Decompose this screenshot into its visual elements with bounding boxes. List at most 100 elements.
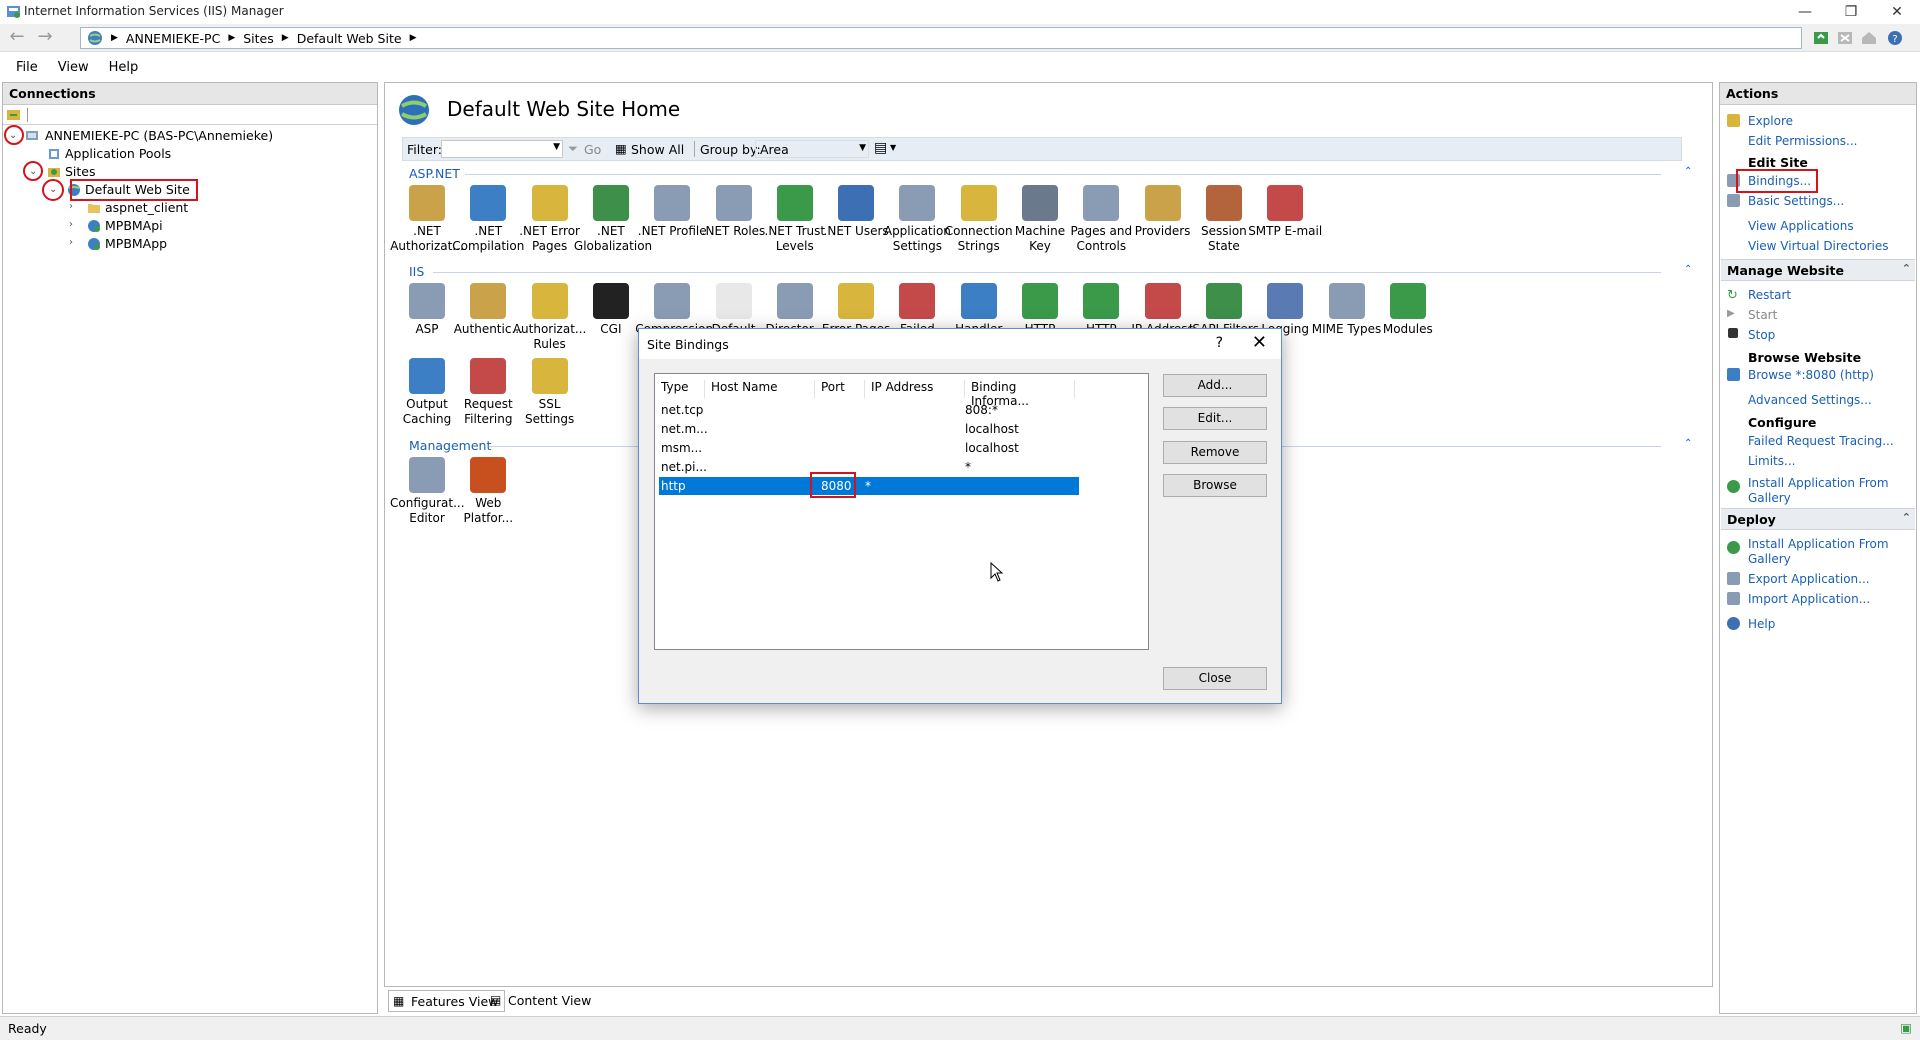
table-row[interactable]: http 8080 *	[659, 477, 1079, 495]
install-gallery-link[interactable]: Install Application From Gallery	[1748, 476, 1908, 506]
help-link[interactable]: Help	[1748, 617, 1775, 632]
table-row[interactable]: net.m... localhost	[659, 420, 1079, 438]
configure-heading: Configure	[1748, 415, 1817, 430]
actions-title: Actions	[1720, 83, 1916, 105]
feature-icon	[470, 283, 507, 319]
restart-link[interactable]: Restart	[1748, 288, 1791, 303]
tab-content-view[interactable]: ▤ Content View	[486, 990, 597, 1012]
collapse-up-icon[interactable]: ⌃	[1684, 166, 1692, 177]
group-header-management[interactable]: Management	[409, 438, 491, 453]
back-button[interactable]: ←	[6, 28, 28, 48]
forward-button[interactable]: →	[34, 28, 56, 48]
feature-label: Web	[475, 496, 502, 510]
view-mode-icon[interactable]: ▤	[874, 140, 887, 156]
minimize-button[interactable]: —	[1782, 0, 1828, 24]
column-header-type[interactable]: Type	[655, 380, 705, 398]
group-header-iis[interactable]: IIS	[409, 264, 424, 279]
table-row[interactable]: net.tcp 808:*	[659, 401, 1079, 419]
collapse-up-icon[interactable]: ⌃	[1684, 438, 1692, 449]
stop-icon	[1728, 328, 1738, 338]
menu-help[interactable]: Help	[101, 58, 147, 77]
feature-icon	[409, 457, 445, 493]
stop-link[interactable]: Stop	[1748, 328, 1775, 343]
annotation-box	[810, 472, 856, 498]
table-row[interactable]: msm... localhost	[659, 439, 1079, 457]
website-globe-icon	[399, 95, 429, 125]
show-all-button[interactable]: Show All	[631, 142, 684, 157]
table-row[interactable]: net.pi... *	[659, 458, 1079, 476]
export-app-link[interactable]: Export Application...	[1748, 572, 1870, 587]
folder-icon	[88, 204, 100, 213]
feature-item[interactable]: SMTP E-mail	[1248, 185, 1322, 239]
refresh-icon[interactable]	[1812, 29, 1830, 47]
section-title: Manage Website	[1727, 263, 1844, 278]
chevron-right-icon[interactable]: ›	[69, 237, 73, 248]
collapse-up-icon[interactable]: ⌃	[1902, 511, 1911, 524]
gallery-icon	[1727, 480, 1740, 493]
failed-tracing-link[interactable]: Failed Request Tracing...	[1748, 434, 1894, 449]
view-vdirs-link[interactable]: View Virtual Directories	[1748, 239, 1889, 254]
deploy-header[interactable]: Deploy ⌃	[1721, 508, 1915, 530]
breadcrumb[interactable]: ▶ ANNEMIEKE-PC ▶ Sites ▶ Default Web Sit…	[80, 27, 1802, 49]
toolbar-divider	[694, 141, 695, 157]
chevron-right-icon: ▶	[228, 33, 236, 43]
chevron-right-icon[interactable]: ›	[69, 201, 73, 212]
stop-icon[interactable]	[1836, 29, 1854, 47]
collapse-up-icon[interactable]: ⌃	[1684, 264, 1692, 275]
dialog-close-button[interactable]: ✕	[1252, 332, 1267, 353]
breadcrumb-item[interactable]: Sites	[243, 31, 274, 46]
feature-icon	[470, 358, 507, 394]
manage-website-header[interactable]: Manage Website ⌃	[1721, 259, 1915, 281]
close-dialog-button[interactable]: Close	[1163, 667, 1267, 690]
help-icon	[1727, 617, 1740, 630]
go-button[interactable]: Go	[584, 142, 601, 157]
feature-item[interactable]: SSL Settings	[513, 358, 587, 427]
dialog-help-button[interactable]: ?	[1216, 335, 1223, 351]
menu-view[interactable]: View	[50, 58, 97, 77]
explore-link[interactable]: Explore	[1748, 114, 1793, 129]
column-header-port[interactable]: Port	[815, 380, 865, 398]
advanced-settings-link[interactable]: Advanced Settings...	[1748, 393, 1872, 408]
remove-binding-button[interactable]: Remove	[1163, 441, 1267, 464]
explore-icon	[1727, 114, 1740, 127]
column-header-host[interactable]: Host Name	[705, 380, 815, 398]
feature-label-line2: Levels	[775, 239, 814, 253]
close-window-button[interactable]: ✕	[1874, 0, 1920, 24]
feature-icon	[776, 185, 813, 221]
restore-button[interactable]: ❐	[1828, 0, 1874, 24]
breadcrumb-item[interactable]: Default Web Site	[297, 31, 402, 46]
chevron-right-icon[interactable]: ›	[69, 219, 73, 230]
import-app-link[interactable]: Import Application...	[1748, 592, 1870, 607]
chevron-down-icon[interactable]: ▼	[890, 143, 896, 152]
view-applications-link[interactable]: View Applications	[1748, 219, 1854, 234]
edit-permissions-link[interactable]: Edit Permissions...	[1748, 134, 1857, 149]
breadcrumb-item[interactable]: ANNEMIEKE-PC	[126, 31, 220, 46]
browse-link[interactable]: Browse *:8080 (http)	[1748, 368, 1874, 383]
collapse-up-icon[interactable]: ⌃	[1902, 262, 1911, 275]
menu-file[interactable]: File	[8, 58, 46, 77]
edit-binding-button[interactable]: Edit...	[1163, 407, 1267, 430]
feature-icon	[838, 185, 875, 221]
show-all-icon: ▦	[615, 141, 627, 156]
feature-icon	[1389, 283, 1426, 319]
cell-type: net.pi...	[661, 460, 707, 474]
home-icon[interactable]	[1860, 29, 1878, 47]
bindings-list[interactable]: Type Host Name Port IP Address Binding I…	[654, 373, 1149, 650]
basic-settings-link[interactable]: Basic Settings...	[1748, 194, 1844, 209]
add-binding-button[interactable]: Add...	[1163, 374, 1267, 397]
feature-icon	[592, 283, 629, 319]
connect-icon[interactable]	[6, 107, 21, 122]
browse-binding-button[interactable]: Browse	[1163, 474, 1267, 497]
tab-label: Content View	[508, 993, 592, 1008]
filter-input[interactable]: ▼	[441, 140, 563, 158]
column-header-ip[interactable]: IP Address	[865, 380, 965, 398]
limits-link[interactable]: Limits...	[1748, 454, 1795, 469]
help-icon[interactable]: ?	[1886, 29, 1904, 47]
group-header-aspnet[interactable]: ASP.NET	[409, 166, 460, 181]
column-header-info[interactable]: Binding Informa...	[965, 380, 1075, 408]
chevron-right-icon: ▶	[409, 33, 417, 43]
feature-item[interactable]: Web Platfor...	[451, 457, 525, 526]
install-gallery-deploy-link[interactable]: Install Application From Gallery	[1748, 537, 1908, 567]
groupby-select[interactable]: Area ▼	[755, 140, 869, 158]
feature-item[interactable]: Modules	[1371, 283, 1445, 337]
